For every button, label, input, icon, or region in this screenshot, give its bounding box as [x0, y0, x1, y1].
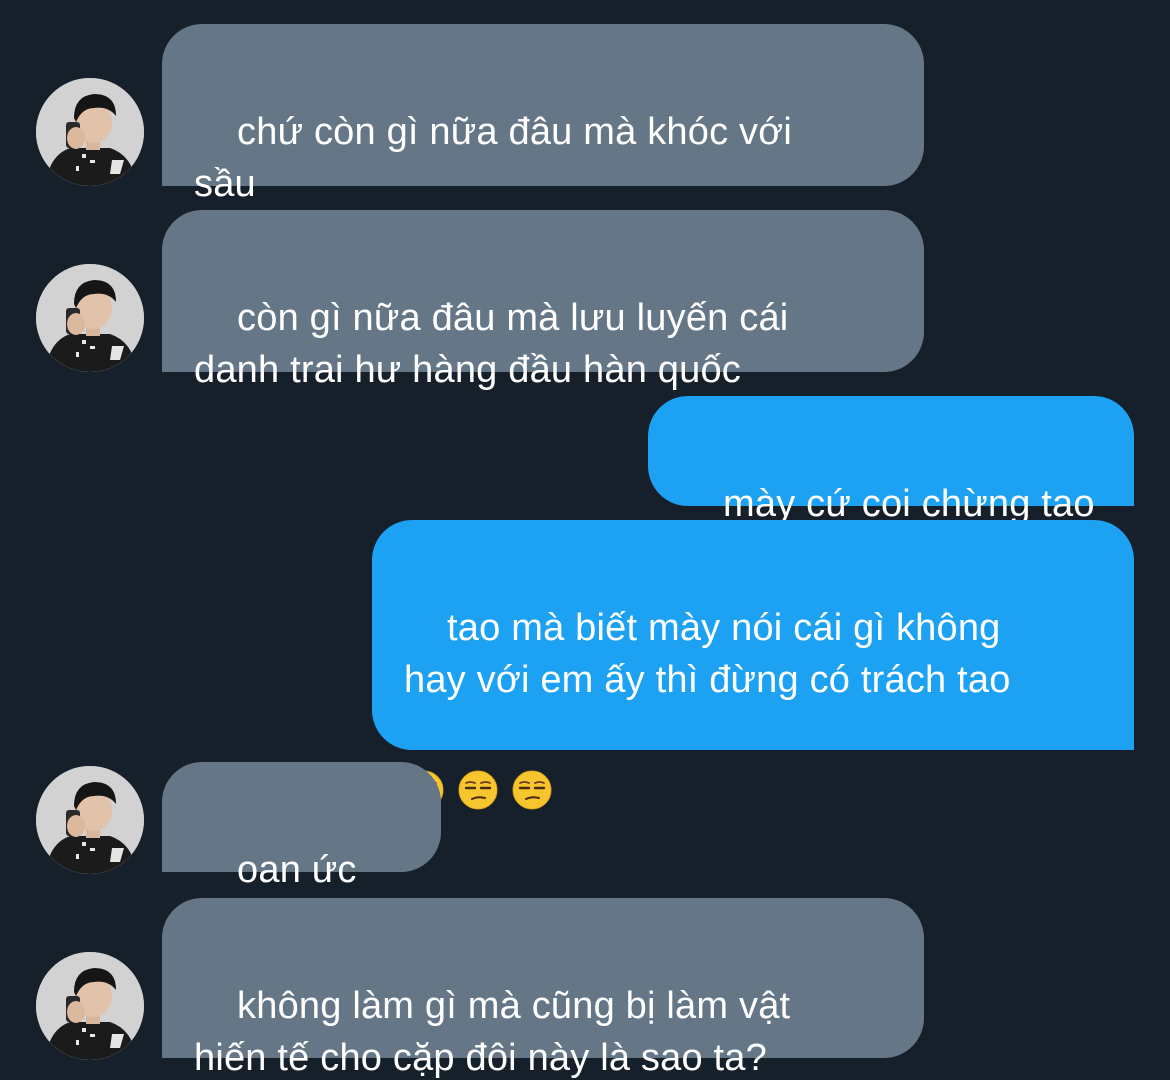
incoming-message-bubble[interactable]: không làm gì mà cũng bị làm vật hiến tế … — [162, 898, 924, 1079]
incoming-message-bubble[interactable]: còn gì nữa đâu mà lưu luyến cái danh tra… — [162, 210, 924, 391]
contact-avatar-photo-icon — [36, 952, 144, 1060]
message-text: còn gì nữa đâu mà lưu luyến cái danh tra… — [194, 297, 789, 391]
message-text: tao mà biết mày nói cái gì không hay với… — [404, 607, 1011, 701]
contact-avatar[interactable] — [36, 78, 144, 186]
contact-avatar[interactable] — [36, 264, 144, 372]
message-text: mày cứ coi chừng tao — [723, 483, 1095, 525]
incoming-message-bubble[interactable]: chứ còn gì nữa đâu mà khóc với sầu — [162, 24, 924, 205]
emoji-row — [404, 768, 1102, 812]
unamused-face-icon — [512, 770, 552, 810]
contact-avatar-photo-icon — [36, 766, 144, 874]
contact-avatar-photo-icon — [36, 264, 144, 372]
outgoing-message-bubble[interactable]: mày cứ coi chừng tao — [648, 396, 1134, 525]
contact-avatar-photo-icon — [36, 78, 144, 186]
message-text: không làm gì mà cũng bị làm vật hiến tế … — [194, 985, 791, 1079]
contact-avatar[interactable] — [36, 766, 144, 874]
unamused-face-icon — [458, 770, 498, 810]
incoming-message-bubble[interactable]: oan ức quá — [162, 762, 441, 943]
outgoing-message-bubble[interactable]: tao mà biết mày nói cái gì không hay với… — [372, 520, 1134, 750]
message-text: chứ còn gì nữa đâu mà khóc với sầu — [194, 111, 792, 205]
contact-avatar[interactable] — [36, 952, 144, 1060]
message-thread: chứ còn gì nữa đâu mà khóc với sầu còn g… — [0, 0, 1170, 1080]
